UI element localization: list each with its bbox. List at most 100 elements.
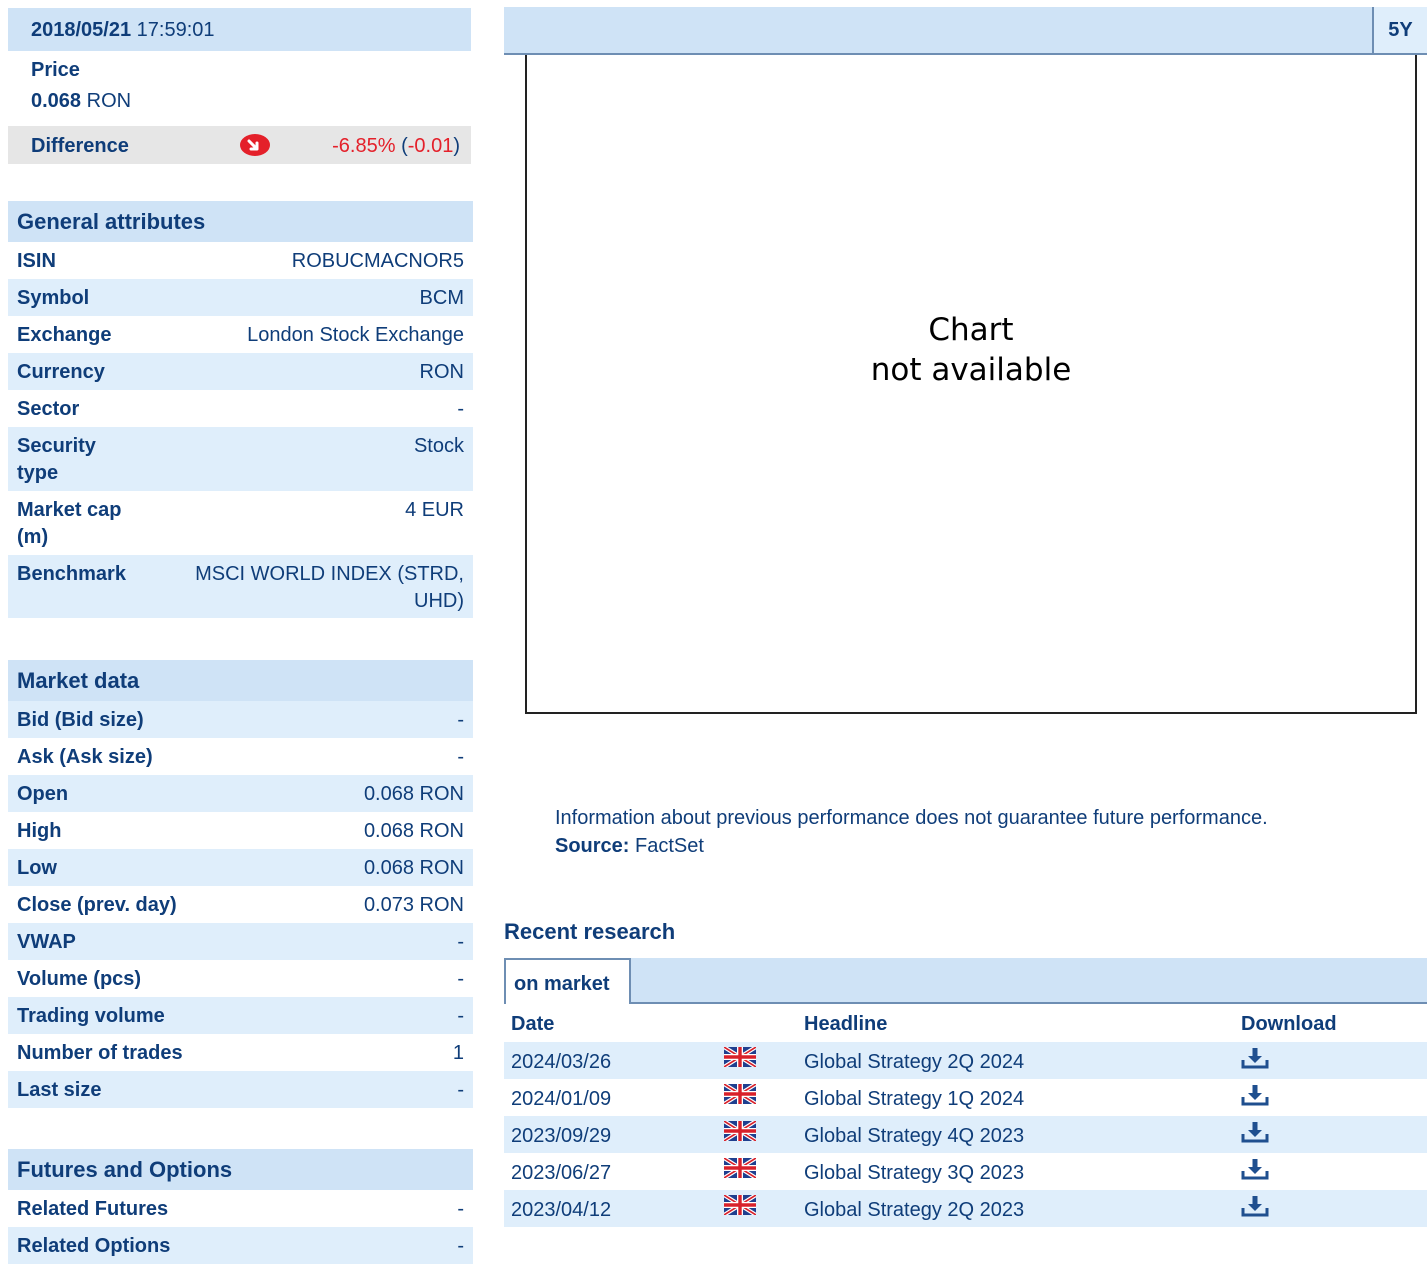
tab-on-market[interactable]: on market: [504, 958, 631, 1004]
uk-flag-icon: [722, 1045, 758, 1069]
row-key: Number of trades: [17, 1042, 183, 1064]
research-table: Date Headline Download 2024/03/26 Global…: [504, 1005, 1427, 1227]
disclaimer-text: Information about previous performance d…: [555, 807, 1268, 829]
research-date: 2023/04/12: [511, 1199, 612, 1221]
range-5y-button[interactable]: 5Y: [1372, 7, 1427, 53]
quote-timestamp: 2018/05/21 17:59:01: [31, 19, 215, 42]
futures-options-section: Futures and Options Related Futures - Rel…: [8, 1149, 473, 1264]
row-key: High: [17, 820, 62, 842]
row-value: -: [457, 1005, 464, 1027]
table-row: Open 0.068 RON: [8, 775, 473, 812]
research-headline-link[interactable]: Global Strategy 2Q 2023: [804, 1199, 1024, 1222]
header-download: Download: [1241, 1013, 1337, 1035]
download-icon[interactable]: [1240, 1084, 1270, 1106]
row-value: -: [457, 1079, 464, 1101]
uk-flag-icon: [722, 1082, 758, 1106]
price-value: 0.068 RON: [31, 90, 131, 113]
table-row: Bid (Bid size) -: [8, 701, 473, 738]
row-key: Low: [17, 857, 57, 879]
row-key: Trading volume: [17, 1005, 165, 1027]
table-row: Last size -: [8, 1071, 473, 1108]
row-value: 0.068 RON: [363, 820, 464, 842]
download-icon[interactable]: [1240, 1195, 1270, 1217]
market-data-section: Market data Bid (Bid size) - Ask (Ask siz…: [8, 660, 473, 1108]
table-row: 2023/04/12 Global Strategy 2Q 2023: [504, 1190, 1427, 1227]
section-title: Futures and Options: [8, 1149, 473, 1190]
source-label: Source:: [555, 835, 630, 857]
difference-label: Difference: [31, 135, 129, 157]
table-row: Trading volume -: [8, 997, 473, 1034]
row-key: Volume (pcs): [17, 968, 142, 990]
price-currency: RON: [86, 90, 132, 112]
row-value: London Stock Exchange: [247, 324, 464, 346]
difference-abs: -0.01: [407, 135, 454, 157]
row-key: Currency: [17, 361, 105, 383]
quote-time: 17:59:01: [136, 19, 215, 41]
research-headline-link[interactable]: Global Strategy 3Q 2023: [804, 1162, 1024, 1185]
row-value: MSCI WORLD INDEX (STRD, UHD): [195, 563, 464, 612]
row-key: Sector: [17, 398, 80, 420]
download-icon[interactable]: [1240, 1158, 1270, 1180]
table-row: 2024/01/09 Global Strategy 1Q 2024: [504, 1079, 1427, 1116]
research-headline-link[interactable]: Global Strategy 2Q 2024: [804, 1051, 1024, 1074]
row-key: Related Futures: [17, 1198, 169, 1220]
table-row: Close (prev. day) 0.073 RON: [8, 886, 473, 923]
research-date: 2024/01/09: [511, 1088, 612, 1110]
research-headline-link[interactable]: Global Strategy 4Q 2023: [804, 1125, 1024, 1148]
row-value: RON: [419, 361, 464, 383]
row-key: Bid (Bid size): [17, 709, 144, 731]
table-row: Low 0.068 RON: [8, 849, 473, 886]
table-row: 2024/03/26 Global Strategy 2Q 2024: [504, 1042, 1427, 1079]
row-key: Close (prev. day): [17, 894, 177, 916]
row-key: VWAP: [17, 931, 76, 953]
download-icon[interactable]: [1240, 1121, 1270, 1143]
chart-unavailable-message: Chart not available: [527, 310, 1415, 390]
row-value: 1: [452, 1042, 464, 1064]
row-key: Symbol: [17, 287, 90, 309]
row-value: BCM: [419, 287, 464, 309]
row-value: 0.073 RON: [363, 894, 464, 916]
row-value: 4 EUR: [405, 499, 464, 521]
chart-unavailable-line2: not available: [870, 352, 1072, 388]
table-row: Exchange London Stock Exchange: [8, 316, 473, 353]
row-key: Exchange: [17, 324, 112, 346]
table-row: Currency RON: [8, 353, 473, 390]
table-row: 2023/06/27 Global Strategy 3Q 2023: [504, 1153, 1427, 1190]
research-table-header: Date Headline Download: [504, 1005, 1427, 1042]
uk-flag-icon: [722, 1156, 758, 1180]
row-key: Benchmark: [17, 563, 126, 585]
header-date: Date: [511, 1013, 555, 1035]
row-value: -: [457, 1198, 464, 1220]
row-value: -: [457, 746, 464, 768]
table-row: Related Futures -: [8, 1190, 473, 1227]
research-headline-link[interactable]: Global Strategy 1Q 2024: [804, 1088, 1024, 1111]
row-value: -: [457, 709, 464, 731]
uk-flag-icon: [722, 1193, 758, 1217]
row-key: Related Options: [17, 1235, 171, 1257]
row-key: Open: [17, 783, 69, 805]
research-rows: 2024/03/26 Global Strategy 2Q 2024 2024/…: [504, 1042, 1427, 1227]
research-tabs: on market: [504, 958, 1427, 1004]
row-key: Ask (Ask size): [17, 746, 153, 768]
general-attributes-section: General attributes ISIN ROBUCMACNOR5 Symb…: [8, 201, 473, 618]
research-date: 2023/06/27: [511, 1162, 612, 1184]
research-title: Recent research: [504, 919, 676, 944]
row-value: -: [457, 1235, 464, 1257]
header-headline: Headline: [804, 1013, 888, 1035]
row-value: 0.068 RON: [363, 857, 464, 879]
table-row: Related Options -: [8, 1227, 473, 1264]
row-key: ISIN: [17, 250, 56, 272]
row-value: Stock: [413, 435, 464, 457]
download-icon[interactable]: [1240, 1047, 1270, 1069]
section-title: General attributes: [8, 201, 473, 242]
row-key: Market cap (m): [17, 499, 122, 548]
difference-row: Difference -6.85% (-0.01): [8, 126, 471, 164]
source-value: FactSet: [635, 835, 704, 857]
table-row: Security type Stock: [8, 427, 473, 491]
row-value: -: [457, 931, 464, 953]
table-row: ISIN ROBUCMACNOR5: [8, 242, 473, 279]
quote-header: 2018/05/21 17:59:01: [8, 8, 471, 51]
quote-date: 2018/05/21: [31, 19, 132, 41]
row-key: Last size: [17, 1079, 102, 1101]
row-value: 0.068 RON: [363, 783, 464, 805]
